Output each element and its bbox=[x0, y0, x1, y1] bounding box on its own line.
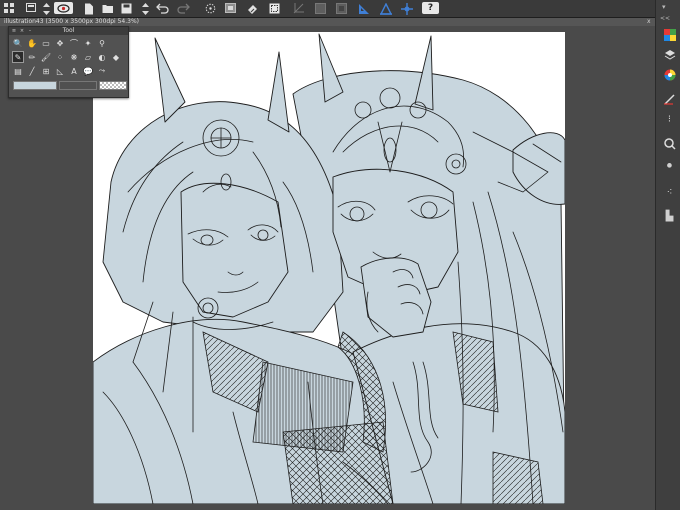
ruler-icon[interactable] bbox=[357, 2, 370, 15]
eraser-icon[interactable] bbox=[246, 2, 259, 15]
drawing-canvas[interactable] bbox=[93, 32, 565, 504]
eraser-icon[interactable]: ▱ bbox=[83, 52, 93, 62]
tool-palette[interactable]: ≡ × – Tool 🔍 ✋ ▭ ✥ ⌒ ✦ ⚲ ✎ ✏ 🖌 ⁘ ❋ ▱ ◐ ◆… bbox=[8, 26, 129, 98]
dot-brush-icon[interactable]: ⁖ bbox=[663, 186, 676, 199]
sub-color-swatch[interactable] bbox=[59, 81, 97, 90]
gradient-icon[interactable]: ▤ bbox=[13, 66, 23, 76]
balloon-icon[interactable]: 💬 bbox=[83, 66, 93, 76]
search-icon[interactable] bbox=[663, 137, 676, 150]
tool-palette-titlebar[interactable]: ≡ × – Tool bbox=[9, 27, 128, 35]
frame-icon[interactable]: ⊞ bbox=[41, 66, 51, 76]
transform-icon[interactable] bbox=[204, 2, 217, 15]
right-side-panel: ▾ << ⁝ ⚫ ⁖ ▙ bbox=[655, 0, 680, 510]
document-title[interactable]: illustration43 (3500 x 3500px 300dpi 54.… bbox=[4, 18, 139, 26]
top-toolbar: ? bbox=[0, 0, 680, 18]
canvas-area[interactable] bbox=[0, 26, 655, 510]
document-tab-bar: illustration43 (3500 x 3500px 300dpi 54.… bbox=[0, 18, 655, 26]
fill-icon[interactable]: ◆ bbox=[111, 52, 121, 62]
fill-layer-icon[interactable] bbox=[314, 2, 327, 15]
line-art-drawing bbox=[93, 33, 565, 504]
grid-icon[interactable] bbox=[335, 2, 348, 15]
open-file-icon[interactable] bbox=[101, 2, 114, 15]
hand-icon[interactable]: ✋ bbox=[27, 38, 37, 48]
undo-icon[interactable] bbox=[156, 2, 169, 15]
blend-icon[interactable]: ◐ bbox=[97, 52, 107, 62]
selection-icon[interactable] bbox=[268, 2, 281, 15]
grid-menu-icon[interactable] bbox=[3, 2, 16, 15]
lasso-icon[interactable]: ⌒ bbox=[69, 38, 79, 48]
correct-line-icon[interactable]: ⤳ bbox=[97, 66, 107, 76]
ruler-icon[interactable]: ◺ bbox=[55, 66, 65, 76]
move-layer-icon[interactable]: ✥ bbox=[55, 38, 65, 48]
up-down-arrows-icon[interactable] bbox=[139, 2, 152, 15]
up-down-arrows-icon[interactable] bbox=[40, 2, 53, 15]
auto-select-icon[interactable]: ✦ bbox=[83, 38, 93, 48]
save-file-icon[interactable] bbox=[120, 2, 133, 15]
zoom-icon[interactable]: 🔍 bbox=[13, 38, 23, 48]
figure-icon[interactable]: ╱ bbox=[27, 66, 37, 76]
brush-settings-icon[interactable] bbox=[663, 92, 676, 105]
spray-icon[interactable]: ⚫ bbox=[663, 160, 676, 173]
color-wheel-icon[interactable] bbox=[663, 68, 676, 81]
eyedropper-icon[interactable]: ⚲ bbox=[97, 38, 107, 48]
operation-icon[interactable]: ▭ bbox=[41, 38, 51, 48]
color-palette-icon[interactable] bbox=[663, 28, 676, 41]
stamp-icon[interactable] bbox=[224, 2, 237, 15]
airbrush-icon[interactable]: ⁘ bbox=[55, 52, 65, 62]
crop-icon[interactable] bbox=[292, 2, 305, 15]
new-canvas-icon[interactable] bbox=[25, 2, 38, 15]
new-file-icon[interactable] bbox=[82, 2, 95, 15]
transparent-color-swatch[interactable] bbox=[99, 81, 127, 90]
collapse-panel-button[interactable]: << bbox=[660, 15, 670, 22]
airbrush-icon[interactable]: ⁝ bbox=[663, 113, 676, 126]
text-icon[interactable]: A bbox=[69, 66, 79, 76]
pen-icon[interactable]: ✎ bbox=[12, 51, 24, 63]
tool-palette-title: Tool bbox=[62, 27, 75, 34]
help-button[interactable]: ? bbox=[422, 2, 439, 14]
main-color-swatch[interactable] bbox=[13, 81, 57, 90]
close-tab-icon[interactable]: x bbox=[647, 18, 651, 26]
decoration-icon[interactable]: ❋ bbox=[69, 52, 79, 62]
view-eye-icon[interactable] bbox=[54, 2, 73, 14]
layers-icon[interactable] bbox=[663, 48, 676, 61]
panel-grip-icon[interactable]: ▾ bbox=[662, 3, 666, 11]
redo-icon[interactable] bbox=[177, 2, 190, 15]
color-pick-icon[interactable] bbox=[400, 2, 413, 15]
perspective-ruler-icon[interactable] bbox=[379, 2, 392, 15]
material-icon[interactable]: ▙ bbox=[663, 210, 676, 223]
pencil-icon[interactable]: ✏ bbox=[27, 52, 37, 62]
brush-icon[interactable]: 🖌 bbox=[41, 52, 51, 62]
